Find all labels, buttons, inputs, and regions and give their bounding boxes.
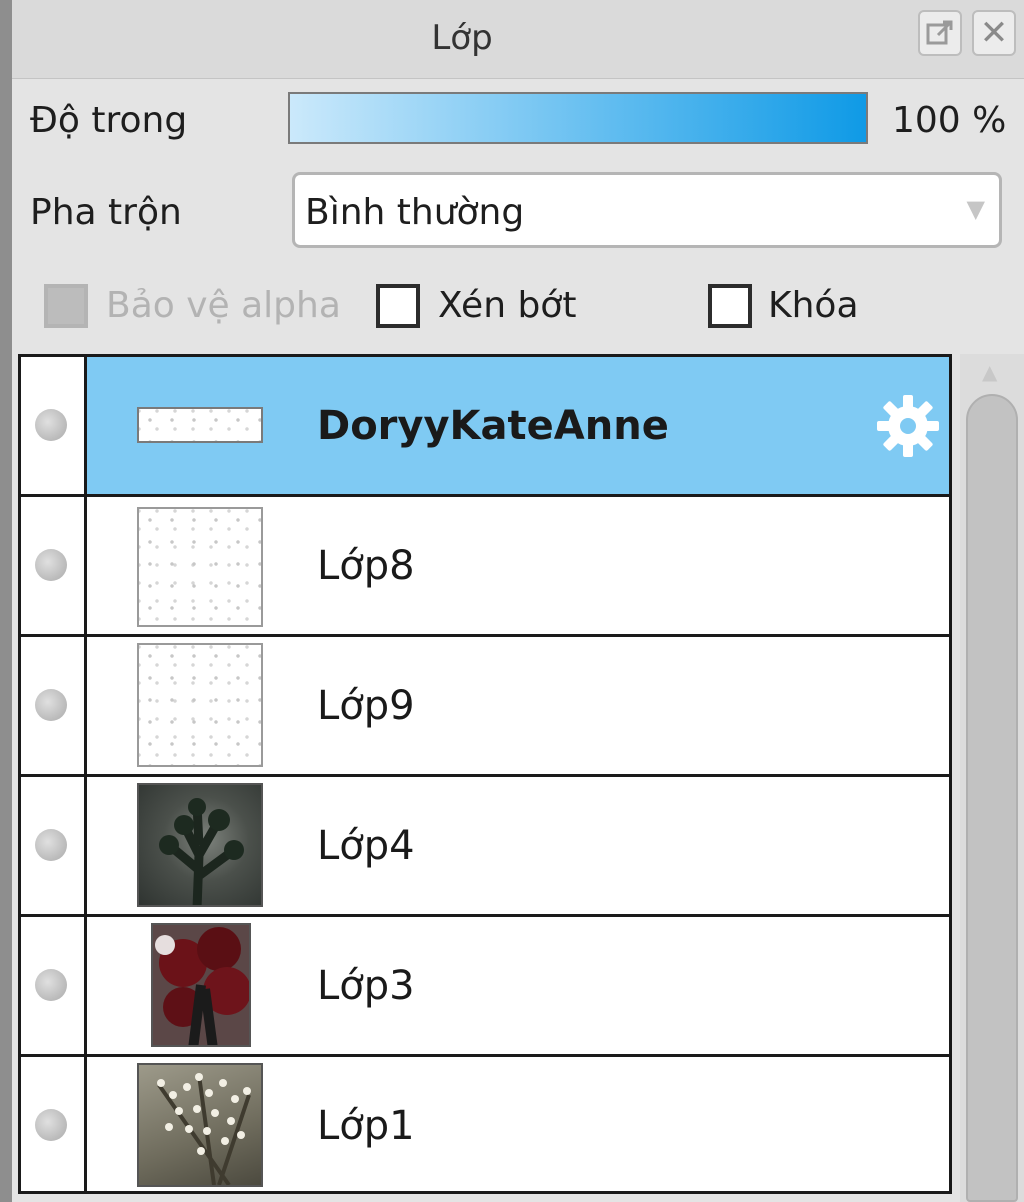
layer-name: DoryyKateAnne (317, 403, 669, 449)
layer-thumbnail (137, 1063, 263, 1187)
blend-mode-select[interactable]: Bình thường ▼ (292, 172, 1002, 248)
layer-row[interactable]: Lớp8 (21, 497, 949, 637)
opacity-value: 100 % (892, 100, 1007, 141)
opacity-label: Độ trong (30, 100, 188, 141)
visibility-toggle[interactable] (21, 357, 87, 494)
layer-row[interactable]: Lớp1 (21, 1057, 949, 1191)
layer-thumbnail (151, 923, 251, 1047)
lock-label: Khóa (768, 285, 859, 326)
layer-name: Lớp3 (317, 963, 415, 1009)
chevron-down-icon: ▼ (966, 195, 985, 223)
layer-thumbnail (137, 643, 263, 767)
layers-panel: Lớp ✕ Độ trong 100 % Pha trộn Bình thườn… (12, 0, 1024, 1202)
close-button[interactable]: ✕ (972, 10, 1016, 56)
lock-checkbox[interactable] (708, 284, 752, 328)
gear-icon[interactable] (873, 391, 943, 461)
layer-row[interactable]: DoryyKateAnne (21, 357, 949, 497)
blend-mode-value: Bình thường (305, 192, 525, 233)
opacity-slider[interactable] (288, 92, 868, 144)
layer-name: Lớp4 (317, 823, 415, 869)
layer-name: Lớp8 (317, 543, 415, 589)
layer-thumbnail (137, 407, 263, 443)
baby-breath-image (157, 1073, 251, 1185)
flower-image (153, 925, 249, 1045)
plant-image (159, 798, 244, 905)
window-edge (0, 0, 12, 1202)
visibility-dot-icon (35, 689, 67, 721)
float-window-icon (926, 20, 953, 45)
visibility-dot-icon (35, 549, 67, 581)
layer-list-scrollbar[interactable]: ▲ (960, 354, 1024, 1202)
layer-row[interactable]: Lớp9 (21, 637, 949, 777)
layer-name: Lớp9 (317, 683, 415, 729)
visibility-toggle[interactable] (21, 777, 87, 914)
blend-mode-label: Pha trộn (30, 192, 182, 233)
layer-row[interactable]: Lớp4 (21, 777, 949, 917)
layer-thumbnail (137, 507, 263, 627)
clipping-label: Xén bớt (438, 285, 577, 326)
close-icon: ✕ (979, 13, 1009, 53)
visibility-toggle[interactable] (21, 1057, 87, 1191)
visibility-dot-icon (35, 969, 67, 1001)
layer-row[interactable]: Lớp3 (21, 917, 949, 1057)
visibility-dot-icon (35, 409, 67, 441)
layer-name: Lớp1 (317, 1103, 415, 1149)
float-window-button[interactable] (918, 10, 962, 56)
scrollbar-thumb[interactable] (966, 394, 1018, 1202)
visibility-dot-icon (35, 1109, 67, 1141)
layer-list[interactable]: DoryyKateAnne Lớp8 Lớp9 Lớp4 Lớp3 Lớp1 (18, 354, 952, 1194)
visibility-toggle[interactable] (21, 637, 87, 774)
panel-titlebar[interactable]: Lớp ✕ (12, 0, 1024, 79)
visibility-toggle[interactable] (21, 917, 87, 1054)
visibility-dot-icon (35, 829, 67, 861)
visibility-toggle[interactable] (21, 497, 87, 634)
protect-alpha-checkbox[interactable] (44, 284, 88, 328)
scroll-up-icon[interactable]: ▲ (982, 360, 997, 384)
protect-alpha-label: Bảo vệ alpha (106, 285, 341, 326)
panel-title: Lớp (431, 18, 493, 58)
layer-thumbnail (137, 783, 263, 907)
clipping-checkbox[interactable] (376, 284, 420, 328)
